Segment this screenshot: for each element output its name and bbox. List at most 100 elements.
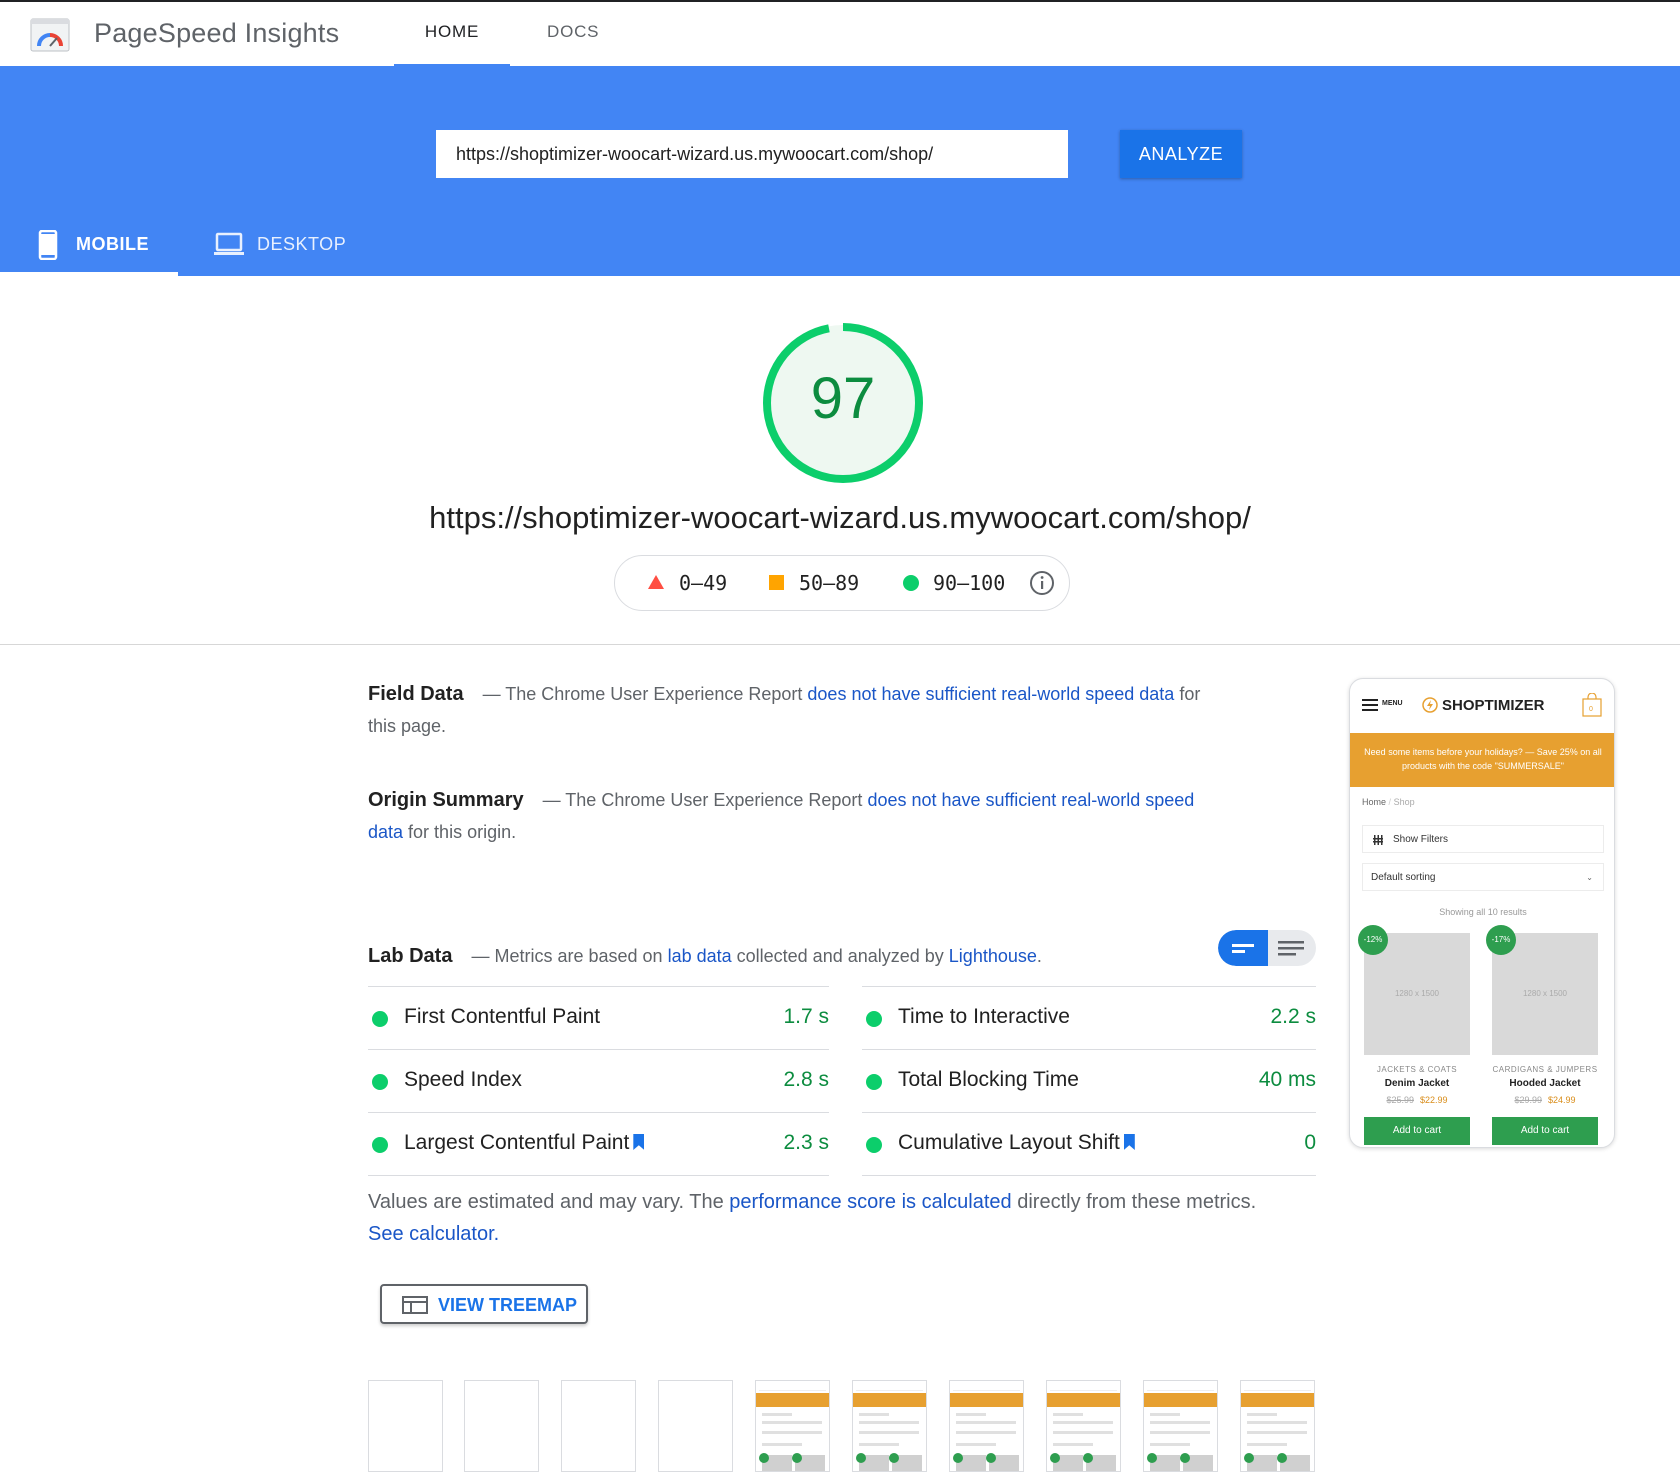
- lab-data-link[interactable]: lab data: [668, 946, 732, 966]
- metric-name: Total Blocking Time: [898, 1068, 1079, 1091]
- app-title: PageSpeed Insights: [94, 18, 340, 48]
- final-screenshot-preview: MENU SHOPTIMIZER 0 Need some items befor…: [1349, 678, 1615, 1148]
- preview-crumb-home: Home: [1362, 797, 1387, 807]
- pagespeed-logo-icon: [30, 18, 70, 52]
- origin-summary-title: Origin Summary: [368, 789, 524, 811]
- metric-name-wrap: Largest Contentful Paint: [404, 1131, 645, 1155]
- pass-dot-icon: [372, 1011, 388, 1027]
- lab-data-middle: collected and analyzed by: [731, 946, 949, 966]
- filmstrip-frame: [464, 1380, 539, 1472]
- pass-dot-icon: [866, 1137, 882, 1153]
- filmstrip-frame: [561, 1380, 636, 1472]
- add-to-cart-button: Add to cart: [1492, 1117, 1598, 1145]
- lighthouse-link[interactable]: Lighthouse: [949, 946, 1037, 966]
- product-name: Denim Jacket: [1384, 1078, 1450, 1089]
- preview-filter-button: Show Filters: [1362, 825, 1604, 853]
- metric-tbt: Total Blocking Time 40 ms: [862, 1049, 1316, 1112]
- metric-name: Speed Index: [404, 1068, 522, 1091]
- analyze-button[interactable]: ANALYZE: [1120, 130, 1242, 178]
- pass-dot-icon: [866, 1074, 882, 1090]
- metric-name: Time to Interactive: [898, 1005, 1070, 1028]
- filter-sliders-icon: [1373, 835, 1383, 845]
- product-category: CARDIGANS & JUMPERS: [1492, 1065, 1598, 1074]
- nav-docs-tab[interactable]: DOCS: [547, 22, 599, 42]
- preview-brand: SHOPTIMIZER: [1442, 697, 1545, 714]
- legend-pass: 90–100: [933, 571, 1006, 595]
- metric-name: Cumulative Layout Shift: [898, 1131, 1120, 1154]
- preview-sort-label: Default sorting: [1371, 872, 1436, 883]
- metric-name-wrap: Cumulative Layout Shift: [898, 1131, 1135, 1155]
- list-view-icon[interactable]: [1278, 940, 1304, 958]
- preview-cart-count: 0: [1589, 706, 1593, 713]
- old-price: $25.99: [1386, 1095, 1414, 1105]
- field-data-link[interactable]: does not have sufficient real-world spee…: [807, 684, 1174, 704]
- treemap-icon: [402, 1296, 428, 1314]
- note-text: Values are estimated and may vary. The: [368, 1191, 730, 1213]
- add-to-cart-button: Add to cart: [1364, 1117, 1470, 1145]
- fail-triangle-icon: [648, 575, 664, 589]
- preview-results-count: Showing all 10 results: [1439, 907, 1527, 917]
- preview-menu-label: MENU: [1382, 700, 1403, 707]
- score-legend: 0–49 50–89 90–100: [614, 555, 1070, 611]
- filmstrip-frame: [1143, 1380, 1218, 1472]
- field-data-title: Field Data: [368, 683, 464, 705]
- filmstrip-frame: [1046, 1380, 1121, 1472]
- bolt-logo-icon: [1422, 697, 1438, 713]
- info-icon[interactable]: [1029, 570, 1055, 596]
- metric-value: 0: [1304, 1131, 1316, 1154]
- preview-breadcrumb: Home / Shop: [1362, 797, 1415, 807]
- filmstrip-frame: [949, 1380, 1024, 1472]
- core-web-vital-bookmark-icon: [1123, 1134, 1135, 1150]
- preview-crumb-shop: Shop: [1393, 797, 1415, 807]
- filmstrip-frame: [368, 1380, 443, 1472]
- hamburger-menu-icon: [1362, 699, 1378, 711]
- metric-name: Largest Contentful Paint: [404, 1131, 630, 1154]
- sale-price: $24.99: [1548, 1095, 1576, 1105]
- field-data-text: — The Chrome User Experience Report: [482, 684, 808, 704]
- metric-speed-index: Speed Index 2.8 s: [368, 1049, 829, 1112]
- metric-value: 2.2 s: [1270, 1005, 1316, 1028]
- pass-dot-icon: [372, 1074, 388, 1090]
- metric-value: 1.7 s: [783, 1005, 829, 1028]
- metric-lcp: Largest Contentful Paint 2.3 s: [368, 1112, 829, 1176]
- filmstrip-frame: [852, 1380, 927, 1472]
- metrics-right-column: Time to Interactive 2.2 s Total Blocking…: [862, 986, 1316, 1176]
- tab-mobile-label: MOBILE: [76, 234, 149, 254]
- pass-dot-icon: [866, 1011, 882, 1027]
- chevron-down-icon: ⌄: [1586, 873, 1593, 882]
- nav-home-tab[interactable]: HOME: [394, 22, 510, 42]
- preview-header: MENU SHOPTIMIZER 0: [1350, 679, 1614, 733]
- tab-desktop[interactable]: DESKTOP: [178, 212, 378, 274]
- score-calculated-link[interactable]: performance score is calculated: [729, 1191, 1011, 1213]
- preview-sort-select: Default sorting ⌄: [1362, 863, 1604, 891]
- metric-value: 2.3 s: [783, 1131, 829, 1154]
- summary-view-icon: [1232, 944, 1254, 953]
- lab-data-header: Lab Data — Metrics are based on lab data…: [368, 940, 1228, 972]
- metrics-view-toggle[interactable]: [1218, 930, 1316, 966]
- lab-data-title: Lab Data: [368, 945, 453, 967]
- tab-desktop-label: DESKTOP: [257, 234, 347, 254]
- device-tab-indicator: [0, 272, 178, 276]
- field-data-section: Field Data — The Chrome User Experience …: [368, 678, 1228, 742]
- top-app-bar: PageSpeed Insights HOME DOCS: [0, 2, 1680, 67]
- performance-score: 97: [810, 366, 876, 431]
- view-treemap-button[interactable]: VIEW TREEMAP: [380, 1284, 588, 1324]
- note-middle: directly from these metrics.: [1011, 1191, 1257, 1213]
- see-calculator-link[interactable]: See calculator.: [368, 1223, 499, 1245]
- preview-crumb-separator: /: [1388, 797, 1392, 807]
- product-category: JACKETS & COATS: [1376, 1065, 1458, 1074]
- metric-value: 40 ms: [1258, 1068, 1316, 1091]
- origin-summary-text: — The Chrome User Experience Report: [542, 790, 868, 810]
- preview-promo-banner: Need some items before your holidays? — …: [1350, 733, 1614, 787]
- pass-dot-icon: [372, 1137, 388, 1153]
- filmstrip-frame: [1240, 1380, 1315, 1472]
- metric-fcp: First Contentful Paint 1.7 s: [368, 986, 829, 1049]
- preview-filter-label: Show Filters: [1393, 834, 1449, 845]
- toggle-summary-option[interactable]: [1218, 930, 1268, 966]
- section-divider: [0, 644, 1680, 645]
- tab-mobile[interactable]: MOBILE: [0, 212, 178, 274]
- sale-badge: -12%: [1358, 925, 1388, 955]
- lab-data-suffix: .: [1036, 946, 1042, 966]
- url-input[interactable]: https://shoptimizer-woocart-wizard.us.my…: [436, 130, 1068, 178]
- lab-data-text: — Metrics are based on: [471, 946, 668, 966]
